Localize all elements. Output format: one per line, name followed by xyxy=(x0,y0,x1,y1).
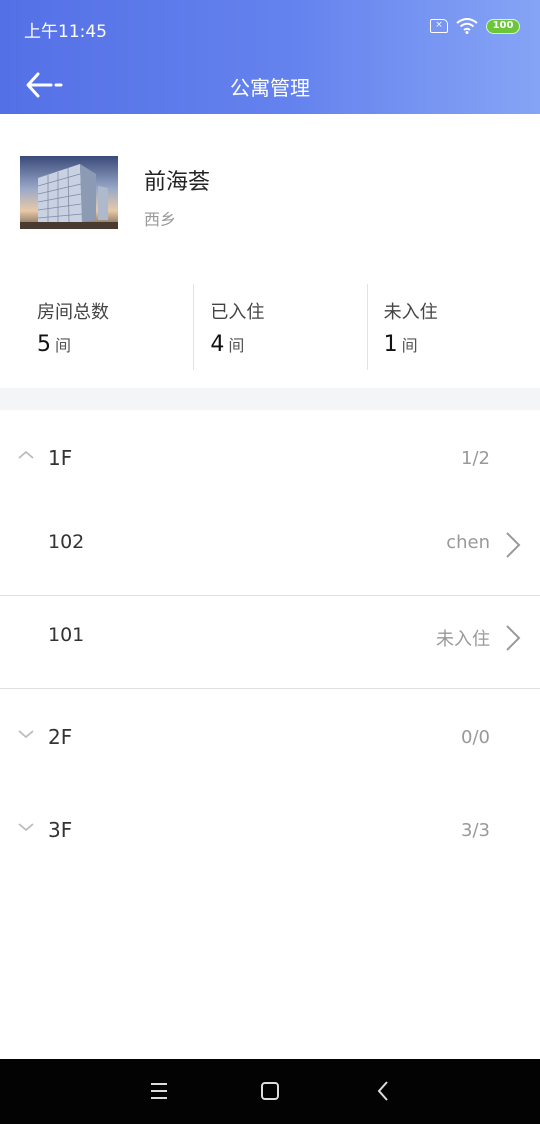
floor-row-1f[interactable]: 1F 1/2 xyxy=(0,410,540,503)
sim-off-icon: × xyxy=(430,19,448,33)
floor-name: 3F xyxy=(48,818,73,842)
page-title: 公寓管理 xyxy=(230,76,310,100)
stat-total-rooms: 房间总数 5间 xyxy=(0,274,193,388)
stat-value: 5 xyxy=(37,332,51,357)
section-separator xyxy=(0,388,540,410)
app-header: 上午11:45 × 100 公寓管理 xyxy=(0,0,540,114)
stat-unit: 间 xyxy=(228,336,245,355)
chevron-right-icon xyxy=(506,625,521,651)
status-icons: × 100 xyxy=(430,18,520,34)
floor-name: 1F xyxy=(48,446,73,470)
chevron-up-icon xyxy=(18,450,34,459)
floor-row-2f[interactable]: 2F 0/0 xyxy=(0,689,540,782)
floor-occupancy: 3/3 xyxy=(461,820,490,841)
room-tenant: 未入住 xyxy=(436,629,490,650)
room-number: 102 xyxy=(48,531,85,553)
floor-row-3f[interactable]: 3F 3/3 xyxy=(0,782,540,875)
floor-occupancy: 1/2 xyxy=(461,448,490,469)
system-nav-bar xyxy=(0,1059,540,1124)
home-icon[interactable] xyxy=(258,1079,282,1103)
stat-value: 4 xyxy=(210,332,225,357)
floor-list: 1F 1/2 102 chen 101 未入住 2F 0/0 3F 3/3 xyxy=(0,410,540,875)
chevron-down-icon xyxy=(18,823,34,832)
chevron-right-icon xyxy=(506,532,521,558)
room-stats: 房间总数 5间 已入住 4间 未入住 1间 xyxy=(0,274,540,388)
stat-occupied: 已入住 4间 xyxy=(193,274,366,388)
stat-label: 已入住 xyxy=(210,302,265,323)
room-number: 101 xyxy=(48,624,85,646)
apartment-card[interactable]: 前海荟 西乡 xyxy=(0,114,540,274)
stat-vacant: 未入住 1间 xyxy=(366,274,540,388)
room-row-101[interactable]: 101 未入住 xyxy=(0,596,540,689)
stat-value-row: 4间 xyxy=(210,332,366,357)
status-time: 上午11:45 xyxy=(24,22,107,42)
stat-value-row: 5间 xyxy=(37,332,193,357)
stat-label: 房间总数 xyxy=(37,302,109,323)
floor-name: 2F xyxy=(48,725,73,749)
divider xyxy=(366,284,368,370)
apartment-thumbnail xyxy=(20,156,118,229)
room-row-102[interactable]: 102 chen xyxy=(0,503,540,596)
divider xyxy=(193,284,195,370)
stat-label: 未入住 xyxy=(383,302,438,323)
chevron-down-icon xyxy=(18,730,34,739)
stat-unit: 间 xyxy=(401,336,418,355)
battery-icon: 100 xyxy=(486,18,520,34)
stat-value-row: 1间 xyxy=(384,332,540,357)
back-icon[interactable] xyxy=(372,1079,396,1103)
wifi-icon xyxy=(456,18,478,34)
apartment-area: 西乡 xyxy=(144,210,177,229)
room-tenant: chen xyxy=(446,532,490,553)
stat-unit: 间 xyxy=(55,336,72,355)
floor-occupancy: 0/0 xyxy=(461,727,490,748)
menu-icon[interactable] xyxy=(147,1079,171,1103)
stat-value: 1 xyxy=(383,332,398,357)
apartment-name: 前海荟 xyxy=(144,170,211,195)
